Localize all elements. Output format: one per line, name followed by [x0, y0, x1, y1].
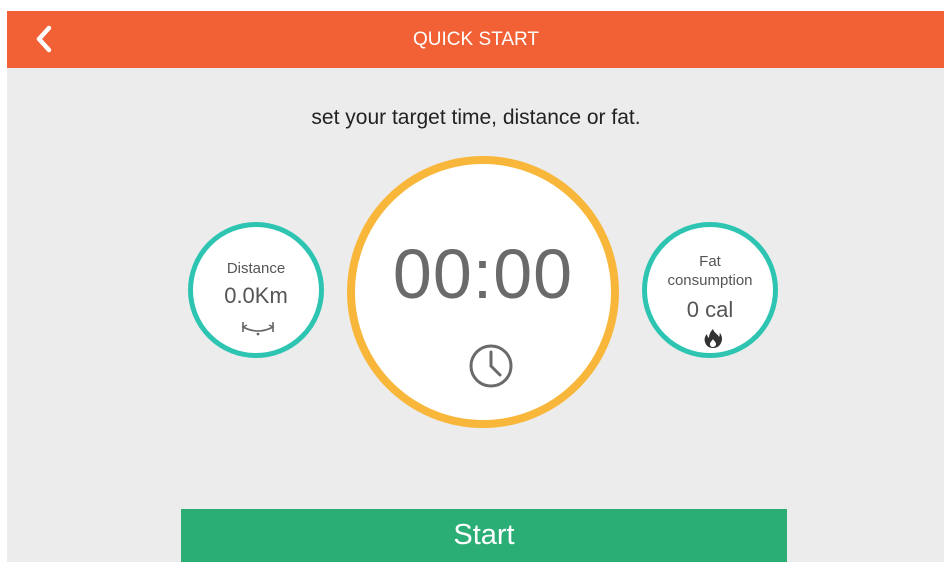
distance-target-button[interactable]: Distance 0.0Km — [188, 222, 324, 358]
quick-start-screen: QUICK START set your target time, distan… — [7, 11, 944, 562]
fat-label-line1: Fat — [699, 253, 721, 270]
time-target-button[interactable]: 00:00 — [347, 156, 619, 428]
back-button[interactable] — [29, 23, 61, 55]
flame-icon — [704, 329, 723, 348]
distance-label: Distance — [226, 260, 286, 277]
chevron-left-icon — [36, 25, 52, 53]
fat-target-button[interactable]: Fat consumption 0 cal — [642, 222, 778, 358]
distance-value: 0.0Km — [224, 283, 288, 308]
time-value: 00:00 — [392, 235, 574, 313]
clock-icon — [469, 344, 513, 388]
page-title: QUICK START — [413, 29, 539, 50]
fat-label-line2: consumption — [667, 272, 753, 289]
start-button[interactable]: Start — [181, 509, 787, 562]
distance-icon — [241, 322, 275, 336]
fat-value: 0 cal — [686, 297, 734, 322]
header-bar: QUICK START — [7, 11, 944, 68]
instruction-text: set your target time, distance or fat. — [311, 106, 641, 129]
